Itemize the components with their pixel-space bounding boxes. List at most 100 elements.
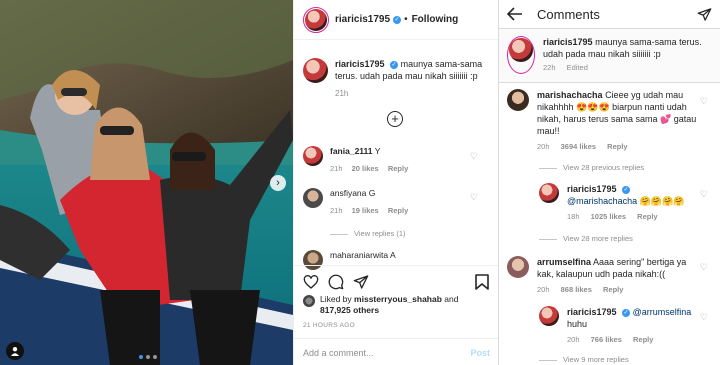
heart-icon[interactable]: ♡	[700, 262, 708, 273]
likes-count[interactable]: 817,925 others	[320, 305, 379, 315]
verified-badge-icon: ✓	[622, 308, 631, 317]
story-ring[interactable]	[303, 6, 329, 33]
post-actions: Liked by missterryous_shahab and 817,925…	[294, 265, 499, 365]
verified-badge-icon: ✓	[622, 185, 631, 194]
reply-text: 🤗🤗🤗🤗	[639, 196, 685, 206]
reply-text: huhu	[567, 319, 588, 329]
view-replies-link[interactable]: View replies (1)	[330, 229, 406, 238]
photo-illustration	[0, 0, 293, 365]
person-icon	[11, 347, 19, 356]
heart-icon[interactable]: ♡	[470, 151, 478, 162]
comment-text: Y	[374, 146, 381, 156]
comment-icon[interactable]	[328, 274, 344, 290]
post-time-ago: 21 HOURS AGO	[303, 322, 356, 329]
heart-icon[interactable]	[303, 274, 319, 290]
next-photo-button[interactable]: ›	[270, 175, 286, 191]
avatar[interactable]	[303, 146, 323, 166]
view-more-replies-link[interactable]: View 9 more replies	[539, 355, 629, 364]
caption-time: 21h	[335, 89, 349, 98]
load-more-comments-icon[interactable]: +	[387, 111, 403, 127]
reply-username[interactable]: riaricis1795	[567, 184, 617, 194]
avatar[interactable]	[507, 89, 529, 111]
avatar	[303, 295, 315, 307]
bookmark-icon[interactable]	[475, 274, 489, 290]
comment-item: ansfiyana G 21h 19 likes Reply	[303, 188, 493, 215]
avatar[interactable]	[539, 183, 559, 203]
back-arrow-icon[interactable]	[507, 7, 523, 21]
comment-likes[interactable]: 868 likes	[561, 285, 592, 294]
caption-username[interactable]: riaricis1795	[335, 59, 385, 69]
reply-button[interactable]: Reply	[388, 164, 408, 173]
liked-by-prefix: Liked by	[320, 294, 352, 304]
edited-label: Edited	[566, 63, 588, 72]
view-more-replies-link[interactable]: View 28 more replies	[539, 234, 633, 243]
comment-likes[interactable]: 20 likes	[352, 164, 379, 173]
avatar[interactable]	[507, 256, 529, 278]
carousel-dot	[146, 355, 150, 359]
verified-badge-icon: ✓	[390, 60, 399, 69]
comment-time: 21h	[330, 206, 343, 215]
reply-button[interactable]: Reply	[388, 206, 408, 215]
story-ring[interactable]	[507, 36, 535, 74]
post-caption: riaricis1795 ✓ maunya sama-sama terus. u…	[303, 58, 493, 83]
comment-item: arrumselfina Aaaa sering" bertiga ya kak…	[507, 256, 702, 296]
reply-button[interactable]: Reply	[637, 212, 657, 221]
post-photo[interactable]: ›	[0, 0, 293, 365]
liked-by-user[interactable]: missterryous_shahab	[354, 294, 442, 304]
reply-time: 18h	[567, 212, 580, 221]
carousel-dot	[139, 355, 143, 359]
heart-icon[interactable]: ♡	[700, 189, 708, 200]
caption-username[interactable]: riaricis1795	[543, 37, 593, 47]
reply-item: riaricis1795 ✓ @marishachacha 🤗🤗🤗🤗 18h 1…	[539, 183, 685, 223]
avatar[interactable]	[303, 188, 323, 208]
mention-link[interactable]: @marishachacha	[567, 196, 637, 206]
post-username[interactable]: riaricis1795	[335, 14, 390, 25]
mention-link[interactable]: @arrumselfina	[633, 307, 692, 317]
comment-text: A	[390, 250, 396, 260]
reply-button[interactable]: Reply	[603, 285, 623, 294]
avatar[interactable]	[303, 58, 328, 83]
heart-icon[interactable]: ♡	[700, 312, 708, 323]
reply-likes[interactable]: 766 likes	[591, 335, 622, 344]
comment-username[interactable]: arrumselfina	[537, 257, 591, 267]
comment-likes[interactable]: 3694 likes	[561, 142, 596, 151]
avatar	[305, 8, 327, 31]
comment-username[interactable]: fania_2111	[330, 146, 373, 156]
carousel-dot	[153, 355, 157, 359]
following-button[interactable]: Following	[412, 14, 459, 25]
comment-likes[interactable]: 19 likes	[352, 206, 379, 215]
post-header: riaricis1795 ✓ • Following	[294, 0, 498, 40]
add-comment-row: Add a comment... Post	[294, 338, 499, 365]
comment-username[interactable]: marishachacha	[537, 90, 603, 100]
comment-username[interactable]: maharaniarwita	[330, 250, 388, 260]
send-icon[interactable]	[697, 7, 712, 22]
chevron-right-icon: ›	[276, 176, 280, 189]
view-previous-replies-link[interactable]: View 28 previous replies	[539, 163, 644, 172]
comment-text: G	[368, 188, 376, 198]
heart-icon[interactable]: ♡	[470, 192, 478, 203]
reply-time: 20h	[567, 335, 580, 344]
comments-screen: Comments riaricis1795 maunya sama-sama t…	[498, 0, 720, 365]
reply-button[interactable]: Reply	[607, 142, 627, 151]
comments-title: Comments	[537, 6, 600, 22]
comment-item: marishachacha Cieee yg udah mau nikahhhh…	[507, 89, 702, 153]
liked-by-and: and	[444, 294, 459, 304]
share-icon[interactable]	[353, 274, 369, 290]
reply-likes[interactable]: 1025 likes	[591, 212, 626, 221]
comment-time: 20h	[537, 142, 550, 151]
reply-username[interactable]: riaricis1795	[567, 307, 617, 317]
avatar	[509, 38, 533, 62]
comment-time: 21h	[330, 164, 343, 173]
heart-icon[interactable]: ♡	[700, 96, 708, 107]
comment-time: 20h	[537, 285, 550, 294]
dot-separator: •	[404, 14, 408, 25]
reply-item: riaricis1795 ✓ @arrumselfina huhu 20h 76…	[539, 306, 691, 346]
avatar[interactable]	[539, 306, 559, 326]
comment-username[interactable]: ansfiyana	[330, 188, 366, 198]
user-tag-button[interactable]	[6, 342, 24, 360]
reply-button[interactable]: Reply	[633, 335, 653, 344]
post-button[interactable]: Post	[470, 348, 490, 358]
liked-by: Liked by missterryous_shahab and 817,925…	[303, 294, 458, 316]
comments-header: Comments	[499, 0, 720, 29]
add-comment-input[interactable]: Add a comment...	[303, 348, 374, 358]
